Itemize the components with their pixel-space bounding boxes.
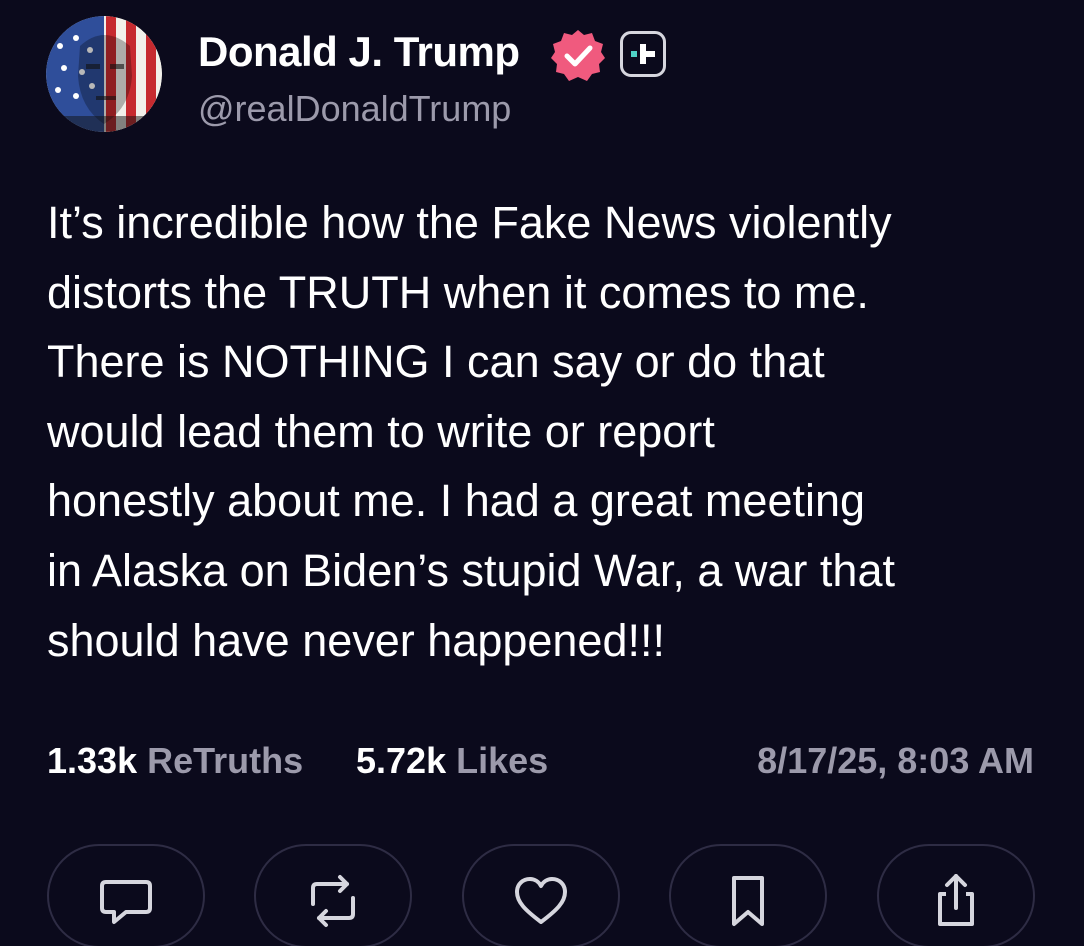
author-display-name[interactable]: Donald J. Trump xyxy=(198,28,520,76)
heart-icon xyxy=(515,877,567,924)
flag-portrait-avatar-icon xyxy=(46,16,162,132)
post-line: It’s incredible how the Fake News violen… xyxy=(47,197,892,248)
truth-post: Donald J. Trump @realDonaldTrump It’s in… xyxy=(0,0,1084,946)
post-line: should have never happened!!! xyxy=(47,614,665,666)
bookmark-icon xyxy=(732,876,764,926)
likes-count: 5.72k xyxy=(356,740,447,781)
post-line: There is NOTHING I can say or do that xyxy=(47,336,825,388)
likes-stat[interactable]: 5.72k Likes xyxy=(356,740,548,782)
avatar[interactable] xyxy=(46,16,162,132)
retruths-count: 1.33k xyxy=(47,740,138,781)
reply-button[interactable] xyxy=(47,844,205,946)
repost-icon xyxy=(311,875,355,927)
comment-icon xyxy=(100,880,152,924)
post-line: honestly about me. I had a great meeting xyxy=(47,475,866,527)
share-icon xyxy=(938,874,974,926)
post-line: would lead them to write or report xyxy=(47,405,715,457)
author-handle[interactable]: @realDonaldTrump xyxy=(198,88,511,130)
like-button[interactable] xyxy=(462,844,620,946)
likes-label: Likes xyxy=(456,740,549,781)
retruths-stat[interactable]: 1.33k ReTruths xyxy=(47,740,303,782)
bookmark-button[interactable] xyxy=(669,844,827,946)
post-line: distorts the TRUTH when it comes to me. xyxy=(47,266,869,318)
retruth-button[interactable] xyxy=(254,844,412,946)
verified-badge-icon xyxy=(551,28,605,82)
retruths-label: ReTruths xyxy=(147,740,304,781)
post-text: It’s incredible how the Fake News violen… xyxy=(47,188,1057,675)
post-line: in Alaska on Biden’s stupid War, a war t… xyxy=(47,544,895,596)
post-timestamp: 8/17/25, 8:03 AM xyxy=(757,740,1034,781)
share-button[interactable] xyxy=(877,844,1035,946)
truth-plus-badge-icon xyxy=(620,31,666,77)
